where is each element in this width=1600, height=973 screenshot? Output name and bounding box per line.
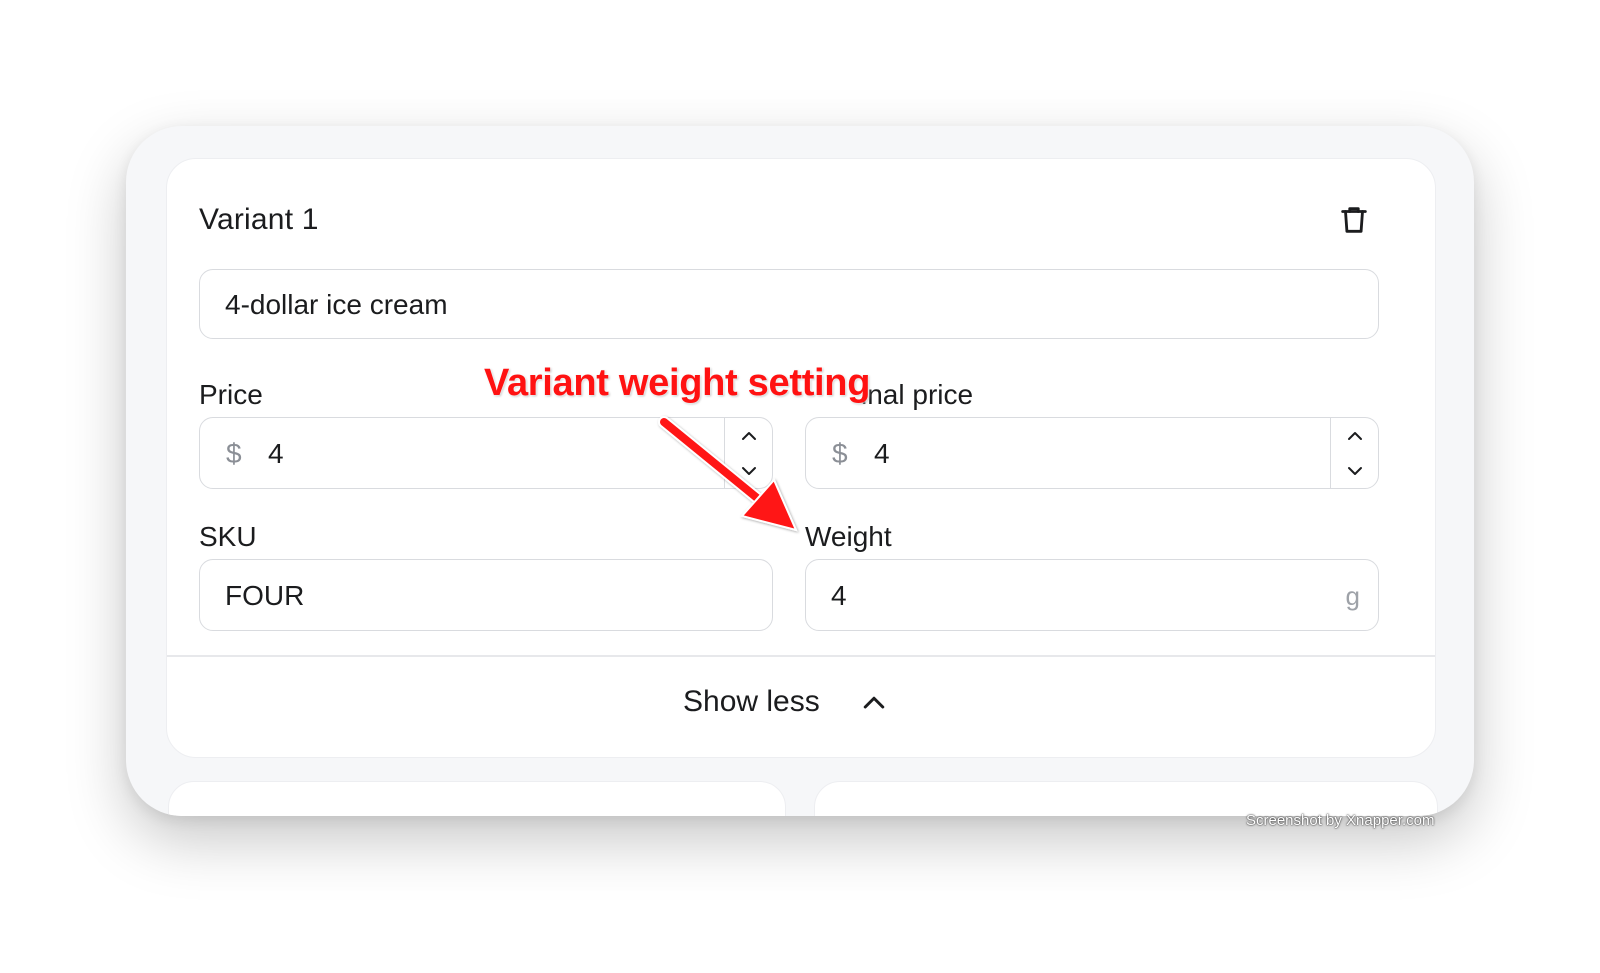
next-variant-card-peek [168,781,786,816]
trash-icon [1341,207,1367,233]
chevron-down-icon[interactable] [1343,459,1367,483]
weight-input[interactable]: 4 g [805,559,1379,631]
original-price-value: 4 [874,438,890,469]
sku-input[interactable]: FOUR [199,559,773,631]
variant-name-value: 4-dollar ice cream [225,289,448,320]
sku-value: FOUR [225,580,305,611]
original-price-currency: $ [832,438,848,469]
next-variant-card-peek [814,781,1438,816]
card-divider [167,655,1435,657]
price-value: 4 [268,438,284,469]
show-less-label: Show less [683,685,820,718]
weight-unit: g [1345,581,1360,611]
annotation-arrow [658,416,798,532]
weight-label: Weight [805,521,892,552]
annotation-label: Variant weight setting [484,362,871,404]
show-less-button[interactable]: Show less [637,667,957,737]
watermark: Screenshot by Xnapper.com [1246,812,1435,829]
delete-variant-button[interactable] [1337,203,1371,237]
original-price-input[interactable]: $ 4 [805,417,1379,489]
variant-title: Variant 1 [199,203,319,236]
chevron-up-icon[interactable] [1343,424,1367,448]
chevron-up-icon [863,696,885,709]
variant-name-input[interactable]: 4-dollar ice cream [199,269,1379,339]
original-price-stepper[interactable] [1330,418,1378,488]
price-label: Price [199,379,263,410]
original-price-label: inal price [861,379,974,410]
sku-label: SKU [199,521,257,552]
weight-value: 4 [831,580,847,611]
price-currency: $ [226,438,242,469]
